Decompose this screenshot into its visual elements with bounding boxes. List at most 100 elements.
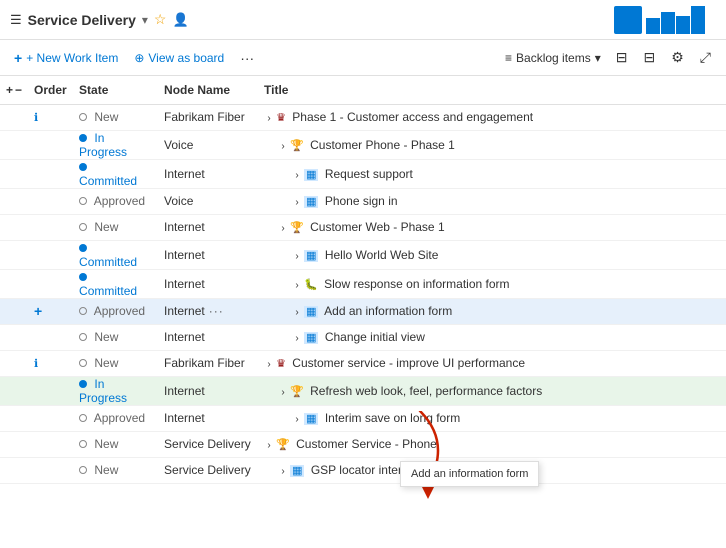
row-expand-arrow[interactable]: › xyxy=(267,359,270,370)
row-expand-arrow[interactable]: › xyxy=(295,170,298,181)
row-expand-arrow[interactable]: › xyxy=(281,466,284,477)
list-icon: ≡ xyxy=(505,51,512,65)
person-icon[interactable]: 👤 xyxy=(172,12,188,28)
table-row[interactable]: In Progress Voice › 🏆 Customer Phone - P… xyxy=(0,130,726,159)
title-cell: › ♛ Phase 1 - Customer access and engage… xyxy=(258,104,726,130)
node-cell: Internet xyxy=(158,214,258,240)
order-col-header[interactable]: Order xyxy=(28,76,73,104)
state-dot xyxy=(79,197,87,205)
title-text: Change initial view xyxy=(325,330,425,344)
state-cell: New xyxy=(73,324,158,350)
title-cell: › ♛ Customer service - improve UI perfor… xyxy=(258,350,726,376)
order-info-icon: ℹ xyxy=(34,112,38,124)
order-plus-icon[interactable]: + xyxy=(34,303,42,319)
backlog-chevron-icon: ▾ xyxy=(595,51,601,65)
settings-icon[interactable]: ⚙ xyxy=(666,47,689,68)
new-work-item-button[interactable]: + + New Work Item xyxy=(10,48,122,68)
table-row[interactable]: Committed Internet › ▦ Request support xyxy=(0,159,726,188)
table-row[interactable]: In Progress Internet › 🏆 Refresh web loo… xyxy=(0,376,726,405)
row-expand-arrow[interactable]: › xyxy=(295,333,298,344)
row-expand-arrow[interactable]: › xyxy=(295,414,298,425)
filter-settings-icon[interactable]: ⊟ xyxy=(611,47,633,68)
expand-cell xyxy=(0,324,28,350)
state-dot xyxy=(79,244,87,252)
state-cell: In Progress xyxy=(73,130,158,159)
node-cell: Fabrikam Fiber xyxy=(158,350,258,376)
title-col-header[interactable]: Title xyxy=(258,76,726,104)
title-cell: › 🏆 Customer Web - Phase 1 xyxy=(258,214,726,240)
table-row[interactable]: Committed Internet › ▦ Hello World Web S… xyxy=(0,240,726,269)
state-cell: New xyxy=(73,431,158,457)
row-expand-arrow[interactable]: › xyxy=(267,113,270,124)
view-as-board-button[interactable]: ⊕ View as board xyxy=(130,49,228,67)
title-text: Add an information form xyxy=(324,304,452,318)
node-cell: Internet xyxy=(158,324,258,350)
order-cell xyxy=(28,240,73,269)
table-row[interactable]: + Approved Internet··· › ▦ Add an inform… xyxy=(0,298,726,324)
table-row[interactable]: New Service Delivery › 🏆 Customer Servic… xyxy=(0,431,726,457)
row-expand-arrow[interactable]: › xyxy=(295,251,298,262)
row-expand-arrow[interactable]: › xyxy=(281,223,284,234)
row-ellipsis[interactable]: ··· xyxy=(209,304,224,318)
table-row[interactable]: New Internet › ▦ Change initial view xyxy=(0,324,726,350)
node-col-header[interactable]: Node Name xyxy=(158,76,258,104)
state-cell: Approved xyxy=(73,298,158,324)
table-row[interactable]: Approved Voice › ▦ Phone sign in xyxy=(0,188,726,214)
state-dot xyxy=(79,359,87,367)
table-row[interactable]: New Service Delivery › ▦ GSP locator int… xyxy=(0,457,726,483)
order-cell xyxy=(28,159,73,188)
order-cell xyxy=(28,324,73,350)
tooltip-add-info-form: Add an information form xyxy=(400,461,539,487)
circle-plus-icon: ⊕ xyxy=(134,51,144,65)
expand-cell xyxy=(0,298,28,324)
add-col-icon[interactable]: + xyxy=(6,83,13,97)
star-icon[interactable]: ☆ xyxy=(154,11,167,28)
row-expand-arrow[interactable]: › xyxy=(295,280,298,291)
table-row[interactable]: ℹ New Fabrikam Fiber › ♛ Phase 1 - Custo… xyxy=(0,104,726,130)
table-header-row: + − Order State Node Name Title xyxy=(0,76,726,104)
row-expand-arrow[interactable]: › xyxy=(267,440,270,451)
order-cell xyxy=(28,130,73,159)
title-text: Slow response on information form xyxy=(324,277,509,291)
state-col-header[interactable]: State xyxy=(73,76,158,104)
node-cell: Fabrikam Fiber xyxy=(158,104,258,130)
state-label: New xyxy=(94,463,118,477)
title-text: Phase 1 - Customer access and engagement xyxy=(292,110,533,124)
row-expand-arrow[interactable]: › xyxy=(281,141,284,152)
state-cell: Approved xyxy=(73,188,158,214)
title-cell: › 🏆 Refresh web look, feel, performance … xyxy=(258,376,726,405)
title-text: Customer Phone - Phase 1 xyxy=(310,138,455,152)
expand-cell xyxy=(0,405,28,431)
row-expand-arrow[interactable]: › xyxy=(295,197,298,208)
backlog-items-button[interactable]: ≡ Backlog items ▾ xyxy=(501,49,605,67)
state-label: New xyxy=(94,110,118,124)
order-cell xyxy=(28,457,73,483)
title-chevron-icon[interactable]: ▾ xyxy=(142,13,148,27)
row-expand-arrow[interactable]: › xyxy=(295,307,298,318)
sprint-chart xyxy=(646,6,716,34)
table-row[interactable]: New Internet › 🏆 Customer Web - Phase 1 xyxy=(0,214,726,240)
expand-cell xyxy=(0,104,28,130)
order-cell xyxy=(28,431,73,457)
view-as-board-label: View as board xyxy=(148,51,224,65)
remove-col-icon[interactable]: − xyxy=(15,83,22,97)
state-label: Approved xyxy=(94,304,145,318)
node-cell: Voice xyxy=(158,130,258,159)
avatar-blue xyxy=(614,6,642,34)
state-label: Committed xyxy=(79,174,137,188)
state-dot xyxy=(79,466,87,474)
expand-icon[interactable]: ⤢ xyxy=(695,47,716,68)
node-cell: Internet xyxy=(158,376,258,405)
more-options-button[interactable]: ··· xyxy=(236,48,258,68)
work-item-table-container: + − Order State Node Name Title ℹ New Fa… xyxy=(0,76,726,548)
node-cell: Internet··· xyxy=(158,298,258,324)
table-row[interactable]: ℹ New Fabrikam Fiber › ♛ Customer servic… xyxy=(0,350,726,376)
title-text: Refresh web look, feel, performance fact… xyxy=(310,384,542,398)
table-row[interactable]: Approved Internet › ▦ Interim save on lo… xyxy=(0,405,726,431)
row-expand-arrow[interactable]: › xyxy=(281,387,284,398)
state-cell: Approved xyxy=(73,405,158,431)
title-text: Phone sign in xyxy=(325,194,398,208)
table-row[interactable]: Committed Internet › 🐛 Slow response on … xyxy=(0,269,726,298)
filter-icon[interactable]: ⊟ xyxy=(639,47,661,68)
expand-cell xyxy=(0,457,28,483)
